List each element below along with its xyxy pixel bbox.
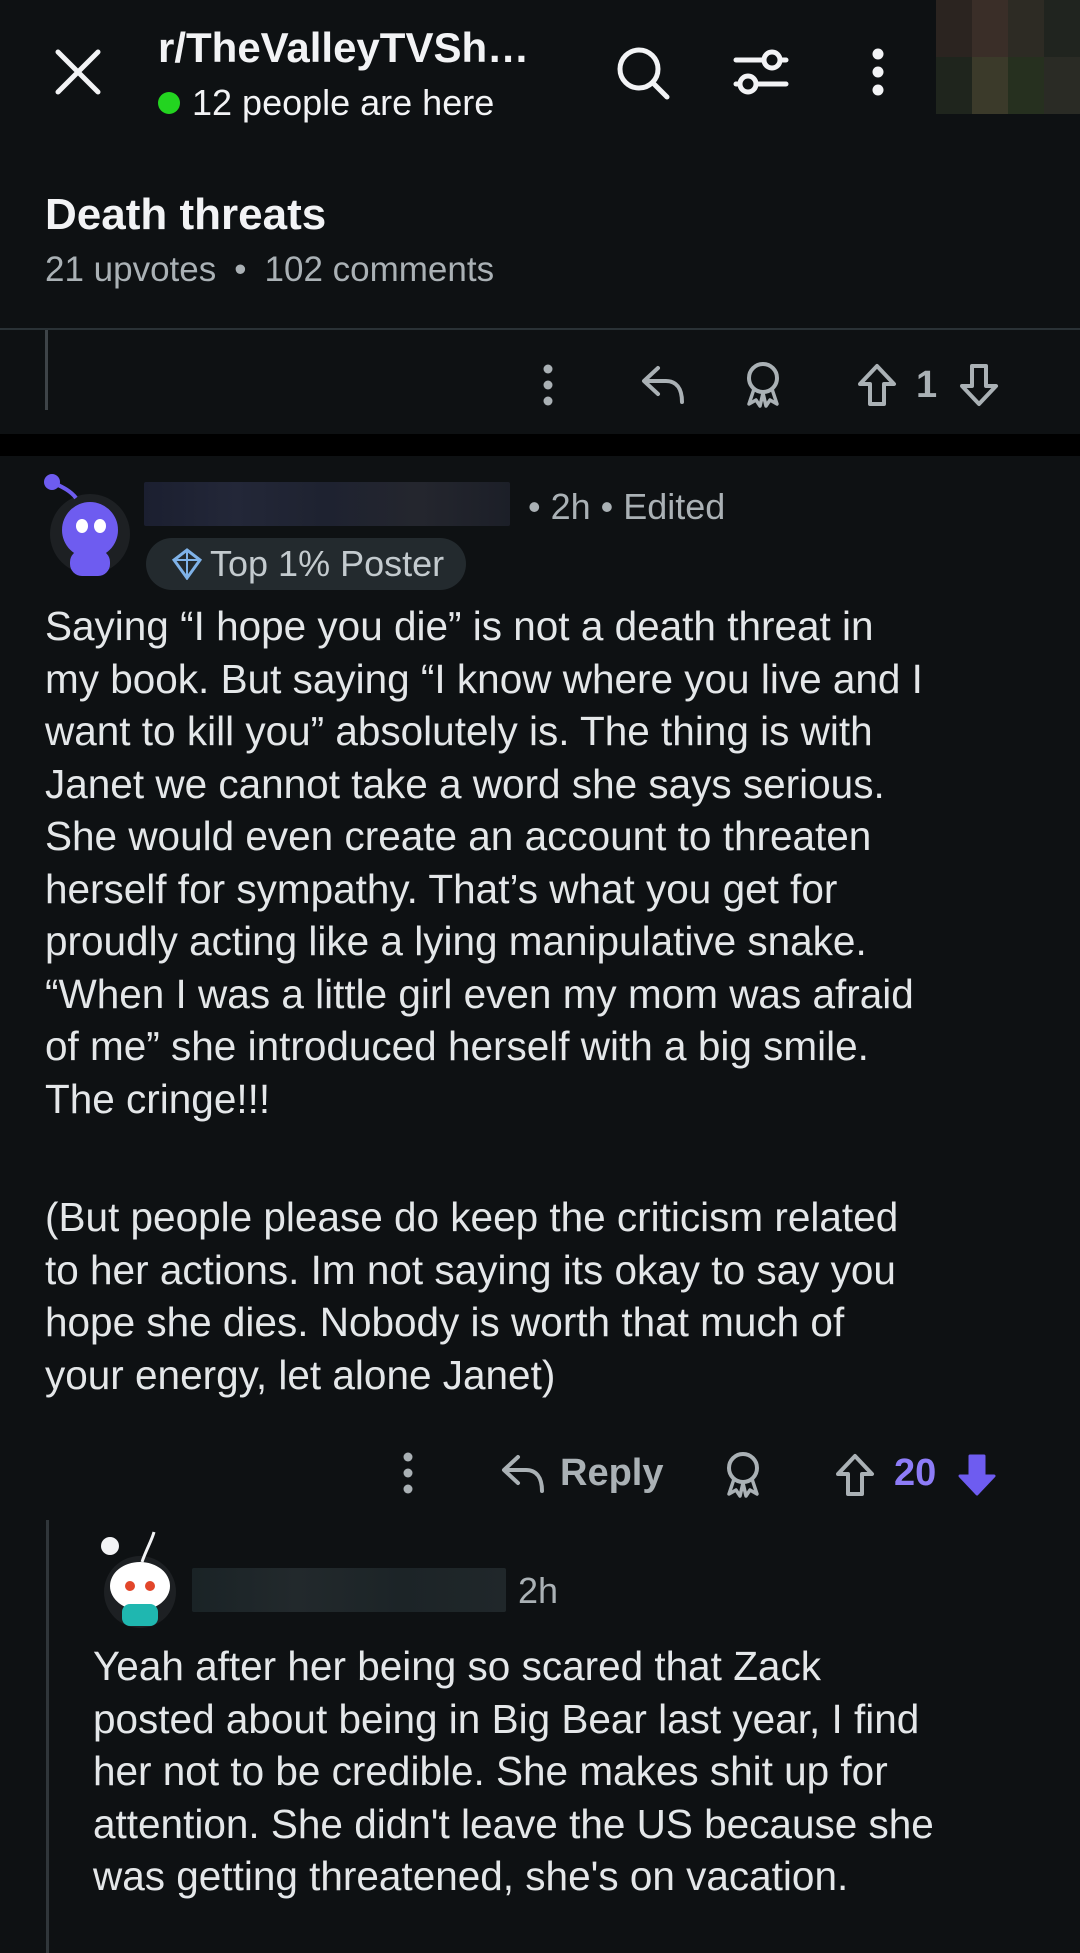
upvote-icon[interactable] — [856, 362, 898, 408]
post-stats: 21 upvotes • 102 comments — [45, 250, 494, 290]
reply-body: Yeah after her being so scared that Zack… — [93, 1643, 934, 1899]
divider — [0, 328, 1080, 330]
thread-line — [45, 330, 48, 410]
username-blurred[interactable] — [144, 482, 510, 526]
downvote-icon[interactable] — [958, 362, 1000, 408]
reply-thread-line — [46, 1520, 49, 1953]
comment-count: 102 comments — [264, 250, 495, 289]
post-title[interactable]: Death threats — [45, 190, 326, 240]
reply-time: 2h — [518, 1570, 559, 1611]
commenter-avatar[interactable] — [40, 470, 136, 580]
separator-dot: • — [234, 250, 247, 289]
comment-body-paragraph-2: (But people please do keep the criticism… — [45, 1194, 899, 1398]
upvote-icon[interactable] — [834, 1452, 876, 1498]
comment-time: • 2h • Edited — [528, 486, 726, 527]
reply-label: Reply — [560, 1452, 664, 1494]
online-count: 12 people are here — [192, 82, 495, 123]
section-divider — [0, 434, 1080, 456]
reply-button[interactable]: Reply — [500, 1452, 663, 1495]
subreddit-name[interactable]: r/TheValleyTVSh… — [158, 24, 529, 72]
replier-avatar[interactable] — [96, 1526, 180, 1630]
upvote-count: 21 upvotes — [45, 250, 217, 289]
comment-body-paragraph-1: Saying “I hope you die” is not a death t… — [45, 603, 923, 1122]
reply-icon — [500, 1453, 546, 1495]
online-status: 12 people are here — [158, 82, 494, 124]
search-icon[interactable] — [614, 44, 672, 102]
username-blurred[interactable] — [192, 1568, 506, 1612]
top-bar: r/TheValleyTVSh… 12 people are here — [0, 0, 1080, 150]
share-reply-icon[interactable] — [640, 364, 686, 406]
sort-filter-icon[interactable] — [732, 46, 790, 98]
flair-text: Top 1% Poster — [210, 543, 445, 584]
award-icon[interactable] — [742, 360, 784, 408]
more-icon[interactable] — [400, 1452, 416, 1494]
user-flair: Top 1% Poster — [146, 538, 467, 590]
online-dot — [158, 92, 180, 114]
user-avatar-blurred[interactable] — [936, 0, 1080, 114]
comment-vote-count: 20 — [894, 1452, 937, 1494]
award-icon[interactable] — [722, 1450, 764, 1498]
downvote-icon-active[interactable] — [956, 1452, 998, 1498]
flair-icon — [172, 548, 202, 580]
close-icon[interactable] — [52, 46, 104, 98]
more-options-icon[interactable] — [870, 48, 886, 96]
more-icon[interactable] — [540, 364, 556, 406]
post-vote-count: 1 — [916, 364, 938, 406]
